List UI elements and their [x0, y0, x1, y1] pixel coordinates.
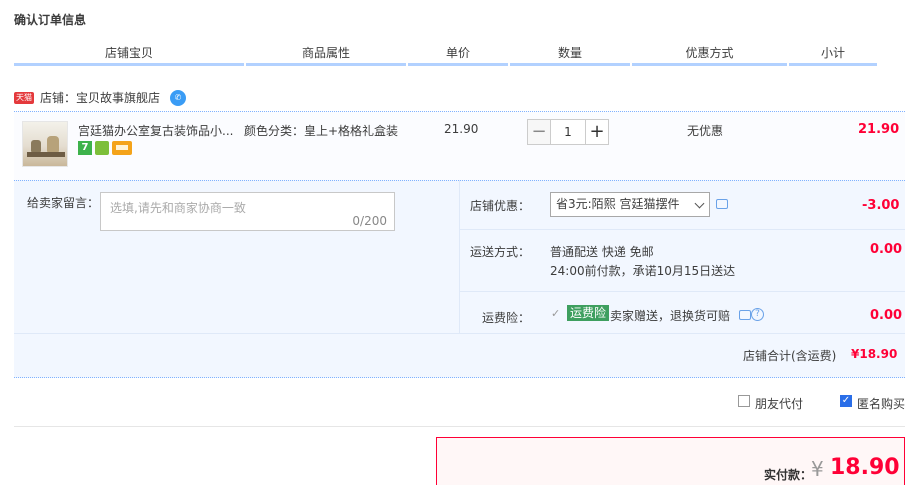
quantity-increase-button[interactable]: +	[585, 119, 609, 145]
anonymous-checkbox[interactable]: ✓	[840, 395, 852, 407]
shop-line: 天猫 店铺：宝贝故事旗舰店 ✆	[14, 89, 187, 106]
shop-discount-select[interactable]: 省3元:陌熙 宫廷猫摆件	[550, 192, 710, 217]
service-badges: 7	[78, 141, 132, 155]
payment-currency: ¥	[811, 457, 824, 481]
friend-pay-label[interactable]: 朋友代付	[755, 395, 803, 412]
shipping-label: 运送方式：	[469, 245, 530, 259]
shop-name-link[interactable]: 店铺：宝贝故事旗舰店	[40, 89, 160, 106]
panel-divider	[460, 291, 905, 292]
shipping-value: 0.00	[870, 242, 903, 257]
product-attributes: 颜色分类：皇上+格格礼盒装	[244, 124, 399, 138]
shop-total-label: 店铺合计(含运费)	[743, 349, 837, 363]
divider	[14, 426, 905, 427]
unit-price: 21.90	[444, 122, 479, 136]
message-counter: 0/200	[352, 214, 387, 228]
credit-card-icon[interactable]	[112, 141, 132, 155]
friend-pay-checkbox[interactable]	[738, 395, 750, 407]
panel-divider	[460, 229, 905, 230]
shop-total-value: ¥18.90	[851, 347, 898, 361]
guarantee-icon[interactable]	[95, 141, 109, 155]
shop-discount-value: -3.00	[862, 198, 900, 213]
header-attributes: 商品属性	[246, 44, 406, 66]
header-quantity: 数量	[510, 44, 630, 66]
shipping-promise: 24:00前付款，承诺10月15日送达	[550, 264, 736, 278]
shop-discount-label: 店铺优惠：	[469, 199, 530, 213]
insurance-text: 卖家赠送，退换货可赔	[610, 309, 731, 323]
quantity-stepper: − 1 +	[527, 119, 609, 145]
message-placeholder: 选填,请先和商家协商一致	[110, 201, 246, 215]
help-icon[interactable]: ?	[751, 308, 764, 321]
message-input[interactable]: 选填,请先和商家协商一致 0/200	[100, 192, 395, 231]
panel-divider	[14, 333, 905, 334]
tmall-badge: 天猫	[14, 91, 34, 104]
insurance-tag: 运费险	[567, 305, 610, 321]
quantity-input[interactable]: 1	[551, 119, 585, 145]
chevron-down-icon	[694, 198, 705, 209]
payment-label: 实付款：	[764, 468, 813, 482]
seven-day-return-icon[interactable]: 7	[78, 141, 92, 155]
header-shop-item: 店铺宝贝	[14, 44, 244, 66]
discount-method: 无优惠	[687, 124, 724, 138]
header-discount-method: 优惠方式	[632, 44, 787, 66]
shipping-method: 普通配送 快递 免邮	[550, 245, 654, 259]
header-subtotal: 小计	[789, 44, 877, 66]
insurance-label: 运费险：	[481, 311, 530, 325]
insurance-check-icon: ✓	[551, 307, 561, 320]
product-title-link[interactable]: 宫廷猫办公室复古装饰品小...	[78, 122, 233, 139]
header-unit-price: 单价	[408, 44, 508, 66]
table-header: 店铺宝贝 商品属性 单价 数量 优惠方式 小计	[14, 44, 877, 66]
payment-amount: 18.90	[830, 455, 900, 480]
quantity-decrease-button[interactable]: −	[527, 119, 551, 145]
anonymous-label[interactable]: 匿名购买	[857, 395, 905, 412]
shop-discount-selected: 省3元:陌熙 宫廷猫摆件	[556, 197, 680, 211]
item-subtotal: 21.90	[858, 122, 900, 137]
message-bubble-icon[interactable]	[716, 199, 728, 209]
message-bubble-icon[interactable]	[739, 310, 751, 320]
message-label: 给卖家留言：	[27, 196, 100, 210]
insurance-value: 0.00	[870, 308, 903, 323]
wangwang-chat-icon[interactable]: ✆	[170, 89, 187, 106]
page-title: 确认订单信息	[14, 13, 87, 27]
product-thumbnail[interactable]	[22, 121, 68, 167]
